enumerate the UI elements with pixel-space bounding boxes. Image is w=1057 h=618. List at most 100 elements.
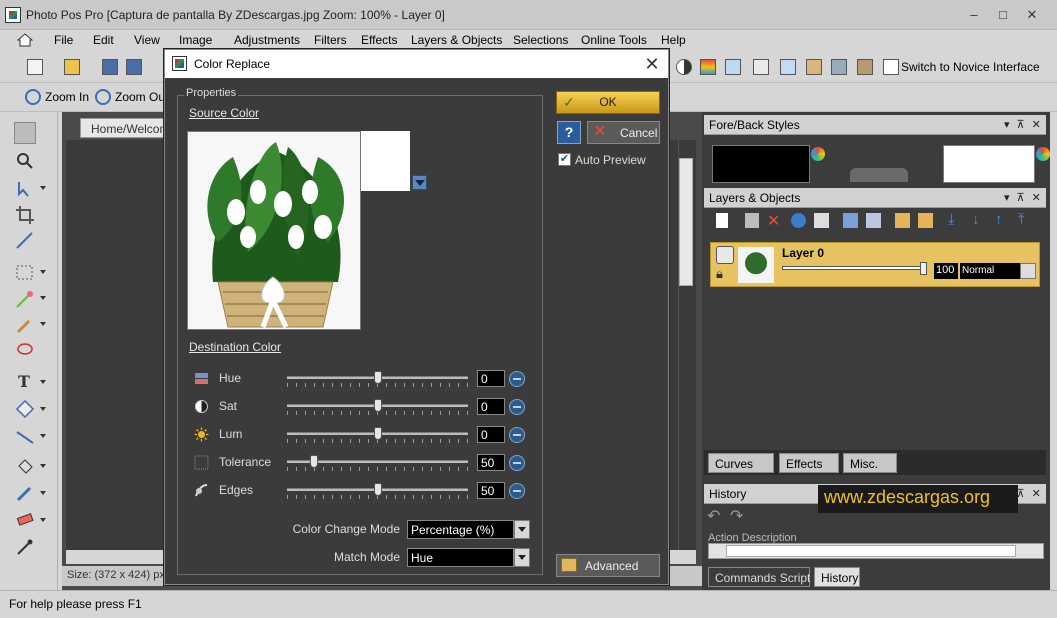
lock-icon[interactable]: 🔒︎: [716, 266, 734, 282]
text-tool-icon[interactable]: T: [14, 370, 36, 392]
menu-help[interactable]: Help: [661, 33, 686, 47]
move-up-icon[interactable]: ↑: [995, 211, 1003, 228]
tolerance-reset-icon[interactable]: [509, 455, 525, 471]
fore-style-icon[interactable]: [811, 147, 825, 161]
layer-opacity-slider[interactable]: [782, 266, 924, 270]
shape-tool-icon[interactable]: [14, 398, 36, 420]
move-tool-icon[interactable]: [14, 178, 36, 200]
source-color-swatch[interactable]: [361, 131, 410, 191]
color-balance-icon[interactable]: [700, 59, 716, 75]
tolerance-slider-knob[interactable]: [310, 455, 319, 468]
panel-controls-icon[interactable]: ▾⊼✕: [1004, 118, 1051, 131]
menu-edit[interactable]: Edit: [93, 33, 114, 47]
menu-effects[interactable]: Effects: [361, 33, 397, 47]
zoom-in-icon[interactable]: [25, 89, 41, 105]
sat-slider-knob[interactable]: [373, 399, 382, 412]
move-to-top-icon[interactable]: ⤒: [1018, 211, 1025, 228]
source-image[interactable]: [187, 131, 361, 330]
tab-curves-label[interactable]: Curves: [715, 457, 753, 471]
open-folder-icon[interactable]: [64, 59, 80, 75]
opacity-slider-knob[interactable]: [920, 262, 927, 275]
color-picker-dropdown-icon[interactable]: [412, 175, 427, 190]
fill-tool-icon[interactable]: [14, 456, 36, 478]
edges-value-input[interactable]: 50: [477, 482, 505, 499]
back-style-icon[interactable]: [1036, 147, 1050, 161]
tab-misc-label[interactable]: Misc.: [850, 457, 878, 471]
lum-reset-icon[interactable]: [509, 427, 525, 443]
brush-select-icon[interactable]: [14, 314, 36, 336]
image-icon[interactable]: [806, 59, 822, 75]
drop-icon[interactable]: [780, 59, 796, 75]
menu-adjustments[interactable]: Adjustments: [234, 33, 300, 47]
auto-preview-label[interactable]: Auto Preview: [575, 153, 646, 167]
close-window-button[interactable]: ✕: [1021, 6, 1043, 24]
menu-file[interactable]: File: [54, 33, 73, 47]
zoom-out-button[interactable]: Zoom Out: [115, 90, 168, 104]
hue-slider-knob[interactable]: [373, 371, 382, 384]
chevron-down-icon[interactable]: [40, 322, 46, 326]
panel-controls-icon[interactable]: ▾⊼✕: [1004, 191, 1051, 204]
menu-layers-objects[interactable]: Layers & Objects: [411, 33, 502, 47]
crop-tool-icon[interactable]: [14, 204, 36, 226]
minimize-button[interactable]: –: [963, 6, 985, 24]
layer-info-icon[interactable]: [791, 213, 806, 228]
scroll-thumb[interactable]: [679, 158, 693, 286]
history-scroll-thumb[interactable]: [726, 545, 1016, 557]
chevron-down-icon[interactable]: [40, 407, 46, 411]
destination-color-link[interactable]: Destination Color: [189, 340, 281, 354]
hue-icon[interactable]: [725, 59, 741, 75]
swap-colors-icon[interactable]: [850, 168, 908, 182]
tab-effects-label[interactable]: Effects: [786, 457, 822, 471]
contrast-icon[interactable]: [676, 59, 692, 75]
sat-reset-icon[interactable]: [509, 399, 525, 415]
tab-home-welcome[interactable]: Home/Welcome: [80, 118, 168, 138]
redo-icon[interactable]: ↷: [730, 506, 743, 526]
close-icon[interactable]: ✕: [641, 53, 663, 75]
chevron-down-icon[interactable]: [40, 270, 46, 274]
tolerance-value-input[interactable]: 50: [477, 454, 505, 471]
source-color-link[interactable]: Source Color: [189, 106, 259, 120]
auto-preview-checkbox[interactable]: ✔: [558, 153, 571, 166]
picture-icon[interactable]: [831, 59, 847, 75]
new-file-icon[interactable]: [27, 59, 43, 75]
brush-tool-icon[interactable]: [14, 482, 36, 504]
maximize-button[interactable]: □: [992, 6, 1014, 24]
zoom-in-button[interactable]: Zoom In: [45, 90, 89, 104]
chevron-down-icon[interactable]: [40, 296, 46, 300]
chevron-down-icon[interactable]: [40, 186, 46, 190]
move-to-bottom-icon[interactable]: ⤓: [948, 211, 955, 228]
magic-wand-icon[interactable]: [14, 288, 36, 310]
ungroup-icon[interactable]: [918, 213, 933, 228]
chevron-down-icon[interactable]: [40, 380, 46, 384]
edges-slider-knob[interactable]: [373, 483, 382, 496]
selection-tool-icon[interactable]: [14, 262, 36, 284]
lum-value-input[interactable]: 0: [477, 426, 505, 443]
undo-icon[interactable]: ↶: [707, 506, 720, 526]
tab-history-label[interactable]: History: [821, 571, 858, 585]
chevron-down-icon[interactable]: [514, 548, 530, 567]
menu-filters[interactable]: Filters: [314, 33, 347, 47]
menu-selections[interactable]: Selections: [513, 33, 568, 47]
line-tool-icon[interactable]: [14, 426, 36, 448]
zoom-tool-icon[interactable]: [14, 150, 36, 172]
menu-online-tools[interactable]: Online Tools: [581, 33, 647, 47]
landscape-icon[interactable]: [857, 59, 873, 75]
eraser-tool-icon[interactable]: [14, 508, 36, 530]
merge-layer-icon[interactable]: [814, 213, 829, 228]
new-layer-icon[interactable]: [716, 213, 728, 228]
sharpen-icon[interactable]: [753, 59, 769, 75]
blend-mode-select[interactable]: Normal: [960, 263, 1020, 279]
duplicate-layer-icon[interactable]: [745, 213, 759, 228]
background-swatch[interactable]: [943, 145, 1035, 183]
ok-button[interactable]: ✓ OK: [556, 91, 660, 114]
layer-opacity-input[interactable]: 100: [934, 263, 958, 279]
save-icon[interactable]: [102, 59, 118, 75]
save-all-icon[interactable]: [126, 59, 142, 75]
home-icon[interactable]: [16, 32, 34, 47]
zoom-out-icon[interactable]: [95, 89, 111, 105]
eye-icon[interactable]: [716, 246, 734, 264]
lasso-tool-icon[interactable]: [14, 340, 36, 362]
edges-reset-icon[interactable]: [509, 483, 525, 499]
pointer-tool-icon[interactable]: [14, 122, 36, 144]
layer-properties-icon[interactable]: [843, 213, 858, 228]
